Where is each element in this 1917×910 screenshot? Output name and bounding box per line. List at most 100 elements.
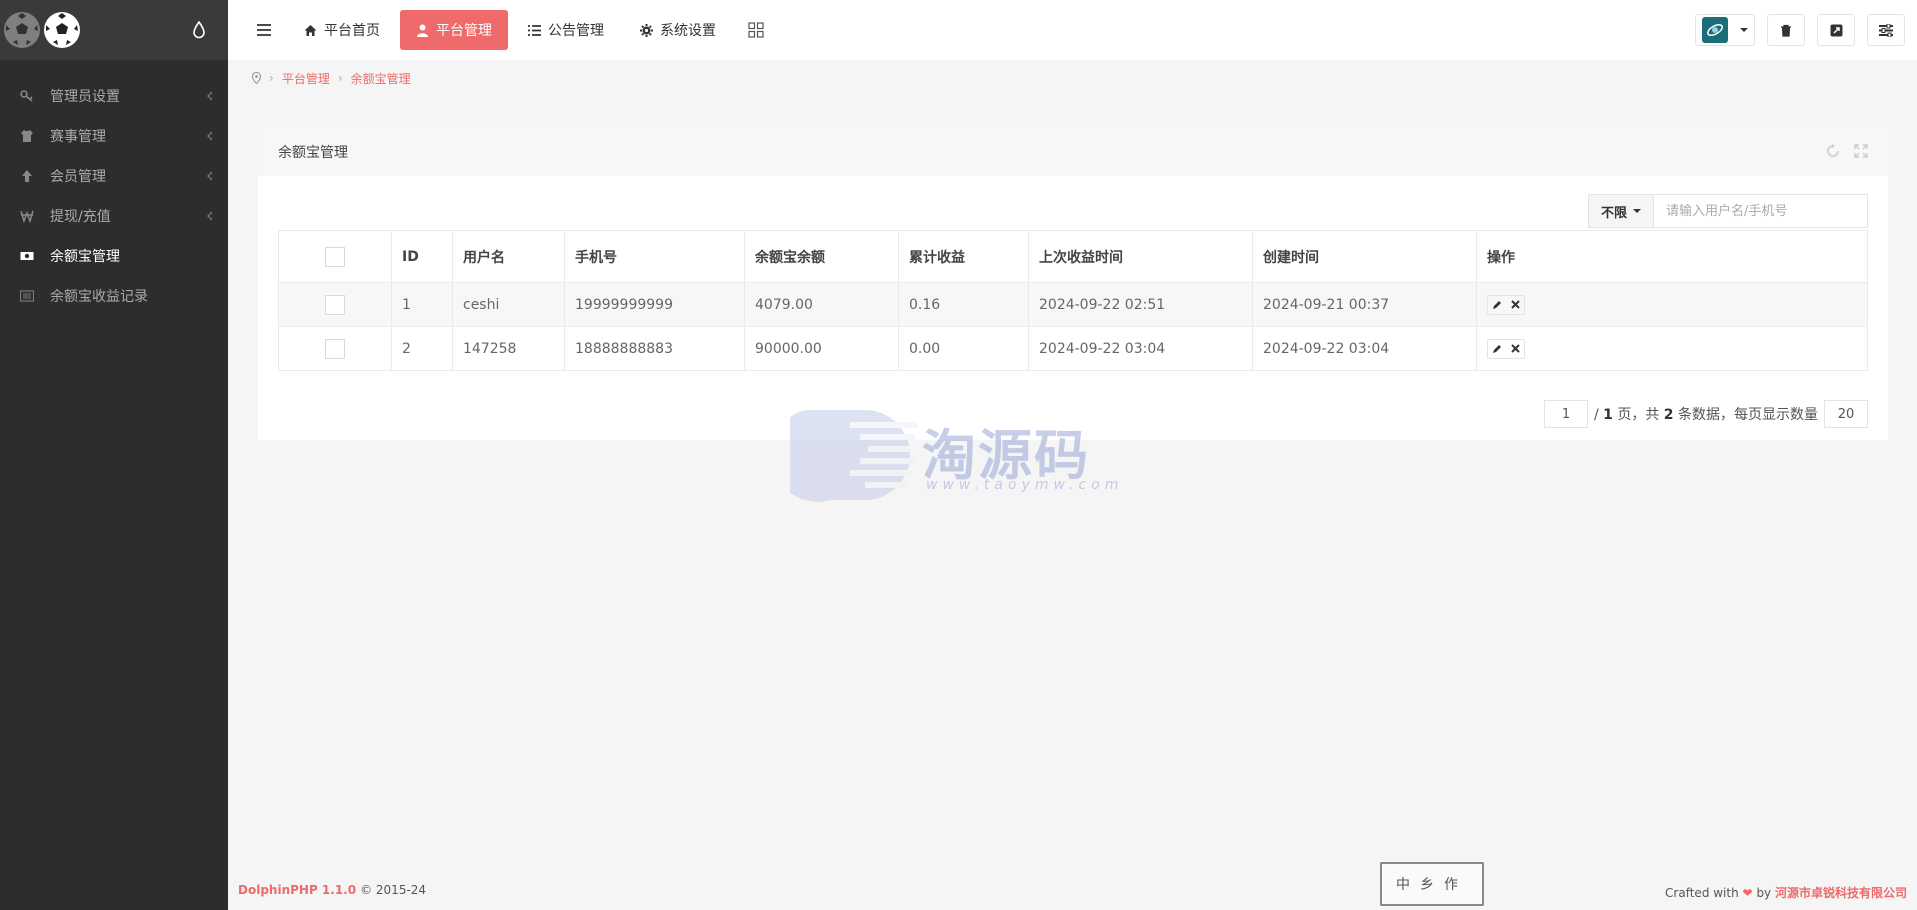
chevron-left-icon bbox=[207, 91, 213, 101]
row-select-cell bbox=[278, 282, 392, 327]
col-header-actions: 操作 bbox=[1476, 230, 1868, 283]
sidebar-item-member-management[interactable]: 会员管理 bbox=[0, 156, 228, 196]
gear-icon bbox=[640, 23, 653, 37]
search-input[interactable] bbox=[1654, 194, 1868, 228]
col-header-username[interactable]: 用户名 bbox=[452, 230, 565, 283]
sidebar-item-label: 赛事管理 bbox=[50, 129, 106, 145]
breadcrumb: › 平台管理 › 余额宝管理 bbox=[228, 60, 1917, 96]
won-icon bbox=[20, 209, 34, 223]
menu-toggle-icon[interactable] bbox=[252, 20, 276, 40]
page-number-input[interactable] bbox=[1543, 400, 1588, 428]
tab-platform-management[interactable]: 平台管理 bbox=[400, 10, 508, 50]
footer-company-link[interactable]: 河源市卓锐科技有限公司 bbox=[1775, 886, 1907, 900]
chevron-left-icon bbox=[207, 211, 213, 221]
close-icon bbox=[1510, 300, 1520, 309]
search-row: 不限 bbox=[278, 194, 1868, 228]
footer: DolphinPHP 1.1.0 © 2015-24 Crafted with … bbox=[228, 870, 1917, 910]
drop-icon[interactable] bbox=[192, 21, 206, 39]
trash-icon bbox=[1781, 24, 1791, 37]
avatar bbox=[1702, 17, 1728, 43]
breadcrumb-platform-management[interactable]: 平台管理 bbox=[282, 70, 330, 87]
open-frontend-button[interactable] bbox=[1817, 14, 1855, 46]
refresh-icon[interactable] bbox=[1826, 144, 1840, 158]
breadcrumb-yuebao-management[interactable]: 余额宝管理 bbox=[351, 70, 411, 87]
sidebar-item-label: 会员管理 bbox=[50, 169, 106, 185]
delete-button[interactable] bbox=[1506, 340, 1524, 358]
pager-text-mid1: 页，共 bbox=[1617, 407, 1660, 423]
cell-actions bbox=[1476, 282, 1868, 327]
cell-balance: 4079.00 bbox=[744, 282, 899, 327]
soccer-ball-icon bbox=[4, 12, 40, 48]
edit-button[interactable] bbox=[1488, 296, 1506, 314]
col-header-total-income[interactable]: 累计收益 bbox=[898, 230, 1029, 283]
fullscreen-icon[interactable] bbox=[1854, 144, 1868, 158]
tab-label: 公告管理 bbox=[548, 23, 604, 39]
footer-crafted: Crafted with bbox=[1665, 886, 1739, 900]
sidebar-item-admin-settings[interactable]: 管理员设置 bbox=[0, 76, 228, 116]
external-link-icon bbox=[1830, 24, 1842, 36]
arrow-up-icon bbox=[20, 169, 34, 183]
delete-button[interactable] bbox=[1506, 296, 1524, 314]
col-header-last-income-time[interactable]: 上次收益时间 bbox=[1028, 230, 1253, 283]
map-pin-icon bbox=[252, 72, 261, 84]
money-icon bbox=[20, 249, 34, 263]
per-page-input[interactable] bbox=[1824, 400, 1868, 428]
watermark-logo-icon bbox=[770, 410, 918, 502]
user-avatar-dropdown[interactable] bbox=[1695, 14, 1755, 46]
sidebar-item-yuebao-income-records[interactable]: 余额宝收益记录 bbox=[0, 276, 228, 316]
apps-grid-icon[interactable] bbox=[748, 22, 764, 38]
list-icon bbox=[20, 289, 34, 303]
pagination-text: / 1 页，共 2 条数据，每页显示数量 bbox=[1594, 404, 1818, 424]
table-row: 1 ceshi 19999999999 4079.00 0.16 2024-09… bbox=[278, 282, 1868, 327]
settings-panel-button[interactable] bbox=[1867, 14, 1905, 46]
caret-down-icon bbox=[1633, 209, 1641, 213]
row-checkbox[interactable] bbox=[325, 338, 345, 359]
cell-phone: 19999999999 bbox=[564, 282, 745, 327]
pager-text-mid2: 条数据，每页显示数量 bbox=[1678, 407, 1818, 423]
edit-button[interactable] bbox=[1488, 340, 1506, 358]
cell-username: ceshi bbox=[452, 282, 565, 327]
key-icon bbox=[20, 89, 34, 103]
top-right-actions bbox=[1683, 14, 1905, 46]
soccer-ball-logo-icon[interactable] bbox=[44, 12, 80, 48]
col-header-id[interactable]: ID bbox=[391, 230, 453, 283]
search-field-dropdown[interactable]: 不限 bbox=[1587, 194, 1654, 228]
col-header-phone[interactable]: 手机号 bbox=[564, 230, 745, 283]
footer-by: by bbox=[1756, 886, 1772, 900]
clear-cache-button[interactable] bbox=[1767, 14, 1805, 46]
sidebar-item-label: 提现/充值 bbox=[50, 209, 111, 225]
tab-label: 系统设置 bbox=[660, 23, 716, 39]
footer-credits: Crafted with ❤ by 河源市卓锐科技有限公司 bbox=[1665, 884, 1907, 901]
total-pages: 1 bbox=[1603, 407, 1613, 423]
cell-last-income-time: 2024-09-22 03:04 bbox=[1028, 326, 1253, 371]
tab-system-settings[interactable]: 系统设置 bbox=[624, 10, 732, 50]
col-header-created-time[interactable]: 创建时间 bbox=[1252, 230, 1477, 283]
select-all-checkbox[interactable] bbox=[325, 246, 345, 267]
sidebar-item-yuebao-management[interactable]: 余额宝管理 bbox=[0, 236, 228, 276]
row-actions bbox=[1487, 294, 1525, 315]
stamp-badge: 中乡作 bbox=[1380, 862, 1484, 906]
sidebar-item-label: 余额宝管理 bbox=[50, 249, 120, 265]
sidebar-item-label: 余额宝收益记录 bbox=[50, 289, 148, 305]
sidebar-item-withdraw-recharge[interactable]: 提现/充值 bbox=[0, 196, 228, 236]
row-select-cell bbox=[278, 326, 392, 371]
cell-actions bbox=[1476, 326, 1868, 371]
tab-announcement-management[interactable]: 公告管理 bbox=[512, 10, 620, 50]
logo-bar bbox=[0, 0, 228, 60]
breadcrumb-separator: › bbox=[269, 71, 274, 85]
tab-platform-home[interactable]: 平台首页 bbox=[288, 10, 396, 50]
col-header-balance[interactable]: 余额宝余额 bbox=[744, 230, 899, 283]
cell-total-income: 0.00 bbox=[898, 326, 1029, 371]
breadcrumb-separator: › bbox=[337, 71, 343, 85]
sidebar-item-event-management[interactable]: 赛事管理 bbox=[0, 116, 228, 156]
row-actions bbox=[1487, 338, 1525, 359]
row-checkbox[interactable] bbox=[325, 294, 345, 315]
yuebao-table: ID 用户名 手机号 余额宝余额 累计收益 上次收益时间 创建时间 操作 1 c… bbox=[278, 230, 1868, 371]
home-icon bbox=[304, 24, 317, 37]
chevron-left-icon bbox=[207, 171, 213, 181]
shirt-icon bbox=[20, 129, 34, 143]
footer-brand[interactable]: DolphinPHP 1.1.0 bbox=[238, 883, 356, 897]
pencil-icon bbox=[1493, 344, 1501, 353]
close-icon bbox=[1510, 344, 1520, 353]
watermark: 淘源码 www.taoymw.com bbox=[770, 405, 1130, 505]
